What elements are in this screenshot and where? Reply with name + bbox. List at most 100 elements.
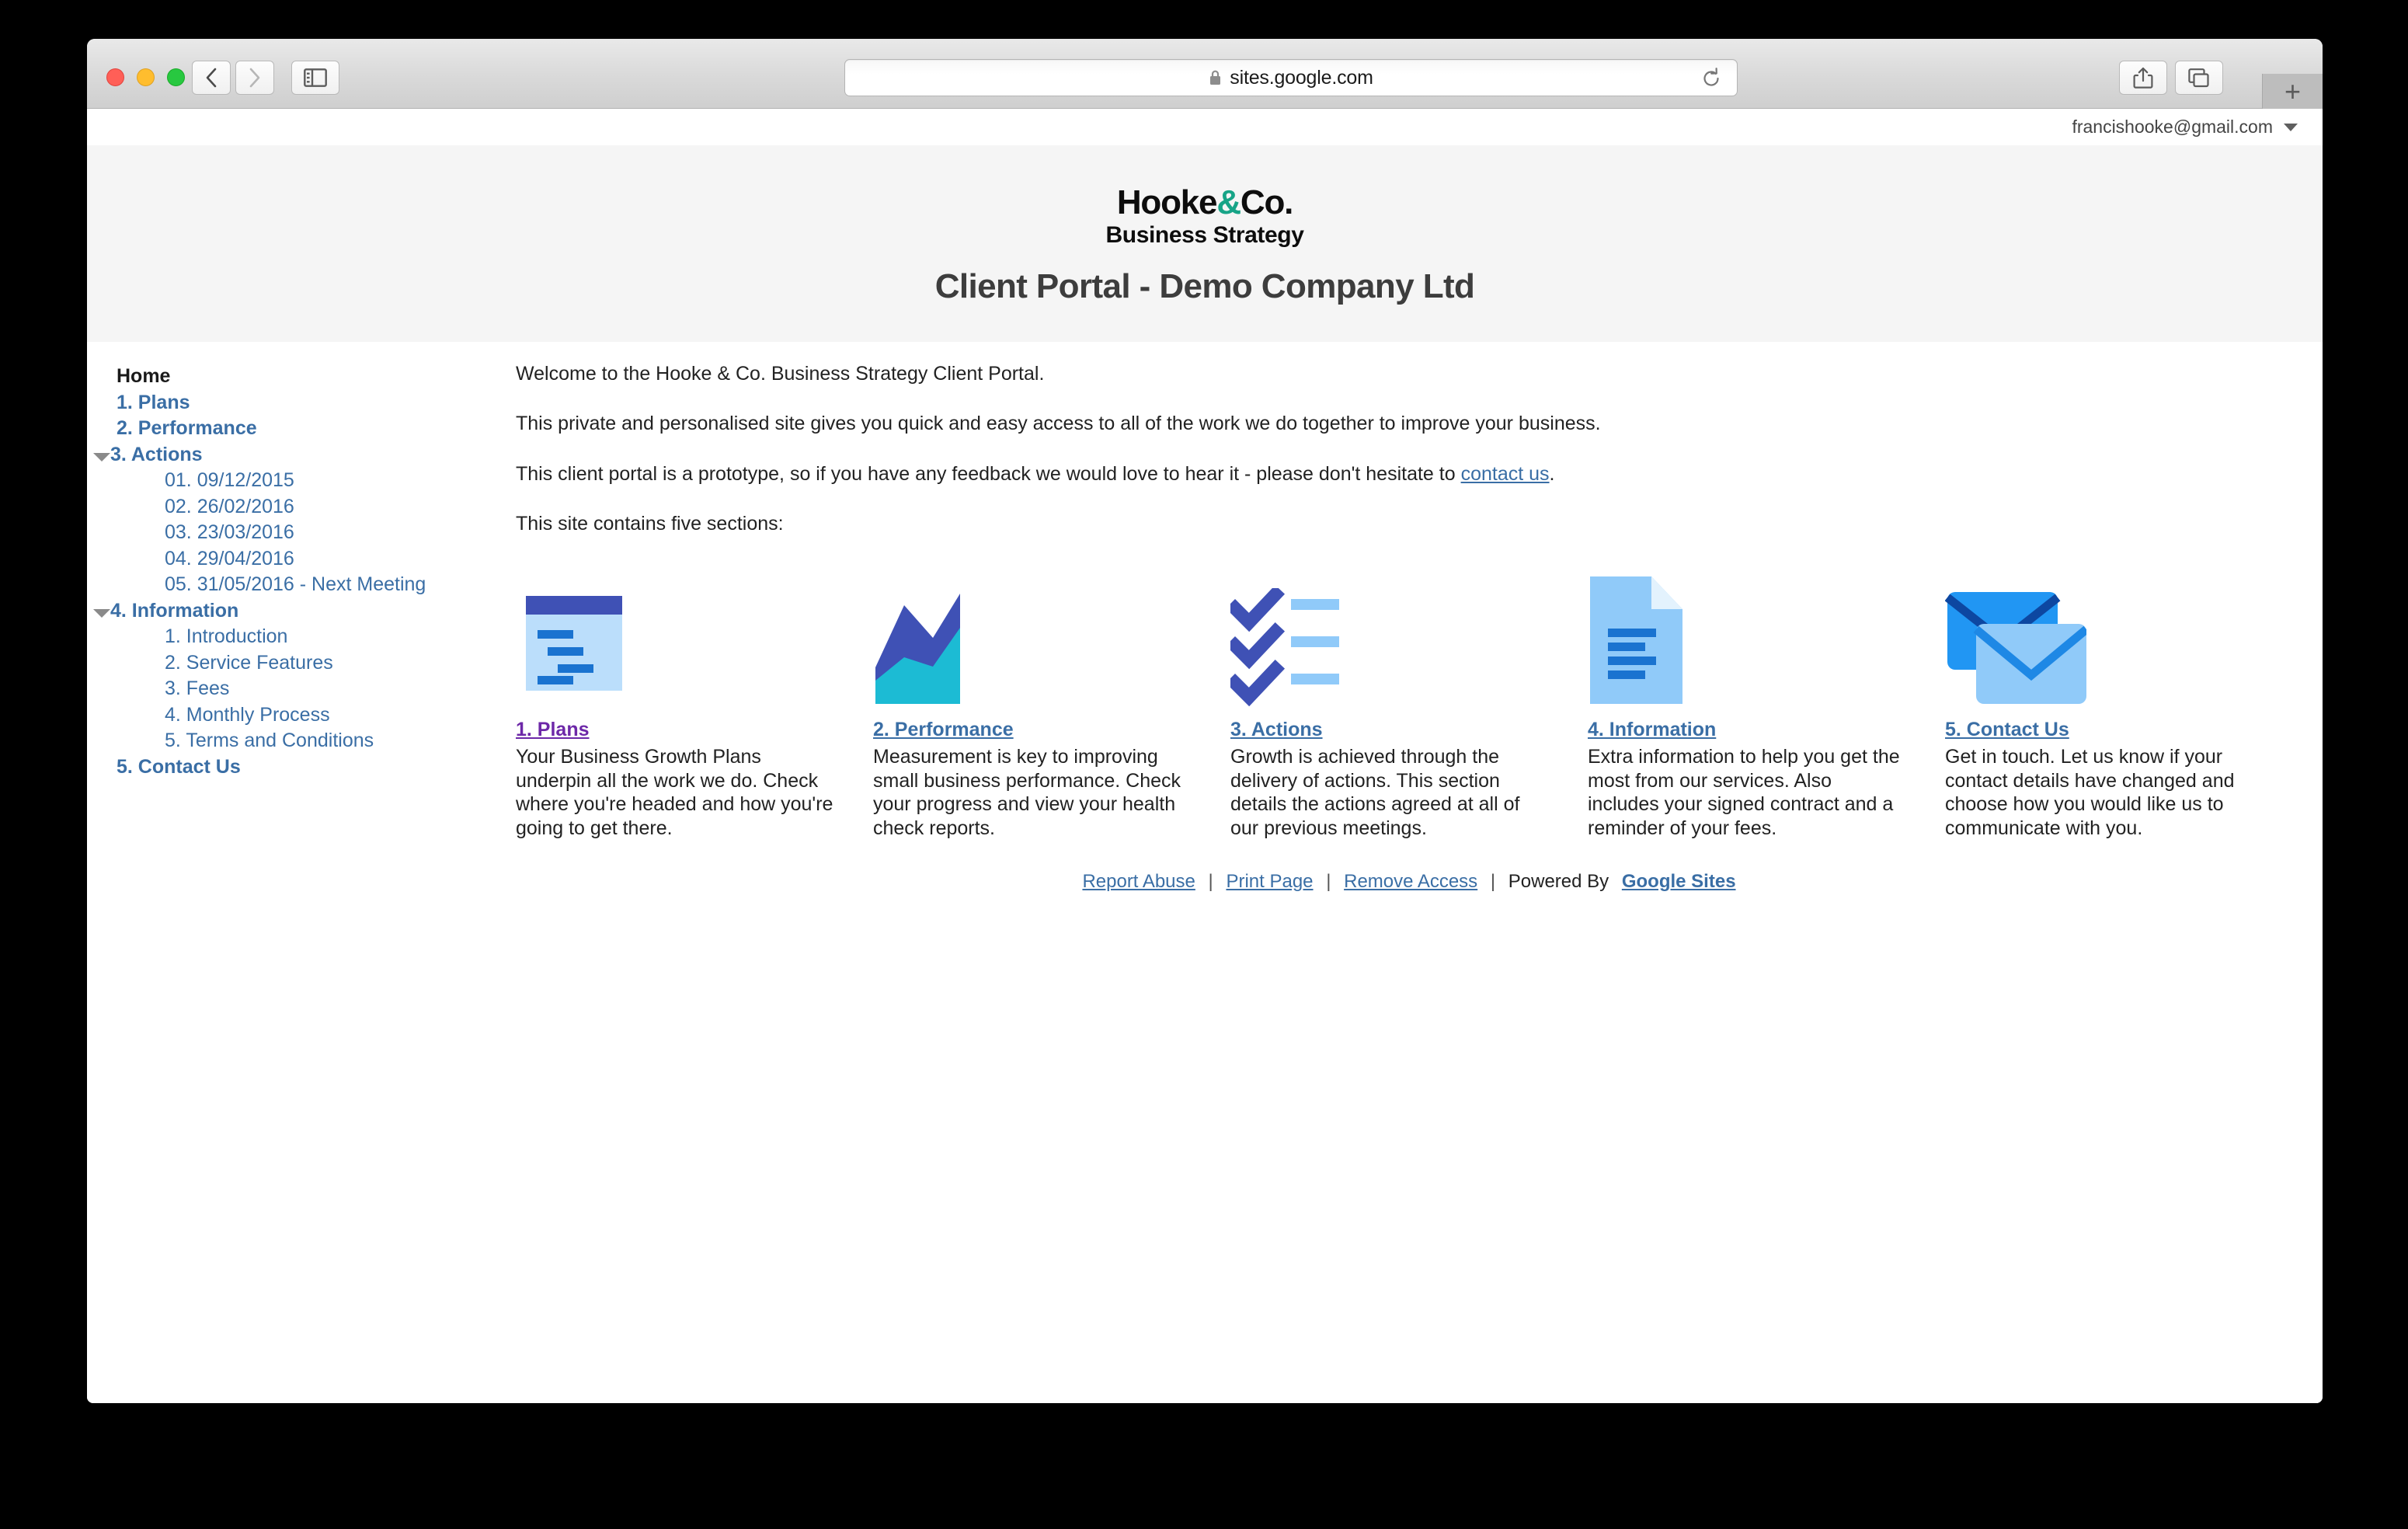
account-email: francishooke@gmail.com: [2072, 117, 2273, 137]
logo-ampersand: &: [1216, 183, 1241, 221]
contact-us-link[interactable]: contact us: [1461, 463, 1550, 485]
chevron-left-icon: [206, 68, 217, 88]
sidebar-item-04-29-04-2016[interactable]: 04. 29/04/2016: [87, 546, 475, 573]
sidebar-item-label: 2. Performance: [117, 417, 257, 439]
section-card-description: Measurement is key to improving small bu…: [873, 746, 1181, 839]
sidebar-item-3-fees[interactable]: 3. Fees: [87, 676, 475, 702]
sidebar-item-label: 03. 23/03/2016: [165, 521, 294, 543]
envelopes-icon: [1945, 562, 2265, 706]
site-logo: Hooke&Co. Business Strategy: [1106, 186, 1304, 247]
section-card: 4. Information Extra information to help …: [1588, 562, 1945, 840]
section-card-description: Get in touch. Let us know if your contac…: [1945, 746, 2235, 839]
browser-window: sites.google.com + francishooke@gmail.co…: [87, 39, 2323, 1403]
section-cards: 1. Plans Your Business Growth Plans under…: [516, 562, 2302, 840]
section-card-title-link[interactable]: 1. Plans: [516, 719, 590, 741]
document-icon: [1588, 562, 1908, 706]
logo-tagline: Business Strategy: [1105, 222, 1304, 248]
section-card-title-link[interactable]: 3. Actions: [1230, 719, 1323, 741]
sidebar-item-2-service-features[interactable]: 2. Service Features: [87, 650, 475, 677]
sidebar-item-05-31-05-2016-next-meeting[interactable]: 05. 31/05/2016 - Next Meeting: [87, 572, 475, 598]
sidebar-item-4-information[interactable]: 4. Information: [87, 598, 475, 625]
section-card: 3. Actions Growth is achieved through the…: [1230, 562, 1588, 840]
sidebar-item-label: 5. Terms and Conditions: [165, 730, 374, 751]
back-button[interactable]: [192, 61, 231, 95]
sidebar-item-label: 2. Service Features: [165, 651, 333, 674]
share-icon: [2133, 67, 2153, 89]
tabs-overview-icon: [2188, 68, 2209, 88]
section-card: 5. Contact Us Get in touch. Let us know i…: [1945, 562, 2302, 840]
address-bar[interactable]: sites.google.com: [844, 59, 1738, 96]
new-tab-label: +: [2284, 75, 2302, 107]
disclosure-triangle-icon[interactable]: [93, 608, 117, 618]
sidebar-item-label: 3. Fees: [165, 677, 230, 699]
plan-document-icon: [516, 562, 836, 706]
print-page-link[interactable]: Print Page: [1226, 871, 1313, 892]
sidebar-item-03-23-03-2016[interactable]: 03. 23/03/2016: [87, 520, 475, 546]
sidebar-toggle-button[interactable]: [291, 61, 339, 95]
sidebar-item-label: 4. Information: [110, 599, 239, 622]
close-window-button[interactable]: [106, 68, 124, 86]
sidebar-item-5-contact-us[interactable]: 5. Contact Us: [87, 754, 475, 781]
body-area: Home 1. Plans 2. Performance 3. Actions 01. …: [87, 342, 2323, 1403]
area-chart-icon: [873, 562, 1193, 706]
lock-icon: [1209, 69, 1222, 90]
sidebar-item-label: Home: [117, 365, 171, 387]
sidebar-item-1-introduction[interactable]: 1. Introduction: [87, 624, 475, 650]
page-content: francishooke@gmail.com Hooke&Co. Busines…: [87, 109, 2323, 1403]
intro-paragraph-1: Welcome to the Hooke & Co. Business Stra…: [516, 363, 1045, 385]
site-header: Hooke&Co. Business Strategy Client Porta…: [87, 145, 2323, 342]
intro-paragraph-2: This private and personalised site gives…: [516, 413, 1601, 435]
sidebar-toggle-icon: [304, 68, 327, 87]
chevron-right-icon: [249, 68, 260, 88]
sidebar-item-home[interactable]: Home: [87, 364, 475, 390]
logo-part2: Co.: [1240, 183, 1293, 221]
sidebar-item-label: 01. 09/12/2015: [165, 469, 294, 491]
sidebar-item-label: 1. Introduction: [165, 625, 288, 647]
section-card: 1. Plans Your Business Growth Plans under…: [516, 562, 873, 840]
footer-separator-2: |: [1326, 871, 1331, 892]
browser-toolbar: sites.google.com +: [87, 39, 2323, 109]
remove-access-link[interactable]: Remove Access: [1344, 871, 1477, 892]
prototype-text-after: .: [1549, 462, 1555, 485]
logo-part1: Hooke: [1116, 183, 1218, 221]
forward-button[interactable]: [235, 61, 274, 95]
sidebar-item-label: 4. Monthly Process: [165, 703, 330, 726]
google-sites-link[interactable]: Google Sites: [1622, 871, 1736, 892]
sidebar-item-1-plans[interactable]: 1. Plans: [87, 390, 475, 416]
section-card-description: Extra information to help you get the mo…: [1588, 746, 1900, 839]
sidebar-item-5-terms-and-conditions[interactable]: 5. Terms and Conditions: [87, 728, 475, 754]
share-button[interactable]: [2119, 61, 2167, 95]
sidebar-item-label: 3. Actions: [110, 443, 203, 465]
site-footer: Report Abuse | Print Page | Remove Acces…: [516, 871, 2302, 893]
new-tab-button[interactable]: +: [2262, 74, 2323, 109]
tabs-overview-button[interactable]: [2175, 61, 2223, 95]
prototype-text-before: This client portal is a prototype, so if…: [516, 462, 1461, 485]
page-title: Client Portal - Demo Company Ltd: [934, 267, 1475, 305]
sidebar-item-3-actions[interactable]: 3. Actions: [87, 442, 475, 468]
sidebar-navigation: Home 1. Plans 2. Performance 3. Actions 01. …: [87, 342, 475, 1403]
sidebar-item-02-26-02-2016[interactable]: 02. 26/02/2016: [87, 494, 475, 521]
maximize-window-button[interactable]: [167, 68, 185, 86]
sidebar-item-label: 1. Plans: [117, 391, 190, 413]
section-card-description: Growth is achieved through the delivery …: [1230, 746, 1520, 839]
sidebar-item-4-monthly-process[interactable]: 4. Monthly Process: [87, 702, 475, 729]
main-content: Welcome to the Hooke & Co. Business Stra…: [475, 342, 2323, 1403]
minimize-window-button[interactable]: [137, 68, 155, 86]
disclosure-triangle-icon[interactable]: [93, 452, 117, 461]
window-controls: [106, 68, 185, 86]
sidebar-item-2-performance[interactable]: 2. Performance: [87, 416, 475, 442]
reload-button[interactable]: [1700, 67, 1723, 94]
account-bar: francishooke@gmail.com: [87, 109, 2323, 145]
section-card: 2. Performance Measurement is key to impr…: [873, 562, 1230, 840]
section-card-title-link[interactable]: 4. Information: [1588, 719, 1716, 741]
report-abuse-link[interactable]: Report Abuse: [1082, 871, 1195, 892]
section-card-title-link[interactable]: 5. Contact Us: [1945, 719, 2069, 741]
sidebar-item-label: 5. Contact Us: [117, 755, 241, 778]
section-card-title-link[interactable]: 2. Performance: [873, 719, 1014, 741]
checklist-icon: [1230, 562, 1550, 706]
footer-separator-3: |: [1490, 871, 1496, 892]
sidebar-item-01-09-12-2015[interactable]: 01. 09/12/2015: [87, 468, 475, 494]
powered-by-label: Powered By: [1508, 871, 1609, 892]
chevron-down-icon[interactable]: [2284, 123, 2298, 131]
intro-paragraph-3: This client portal is a prototype, so if…: [516, 462, 2302, 486]
